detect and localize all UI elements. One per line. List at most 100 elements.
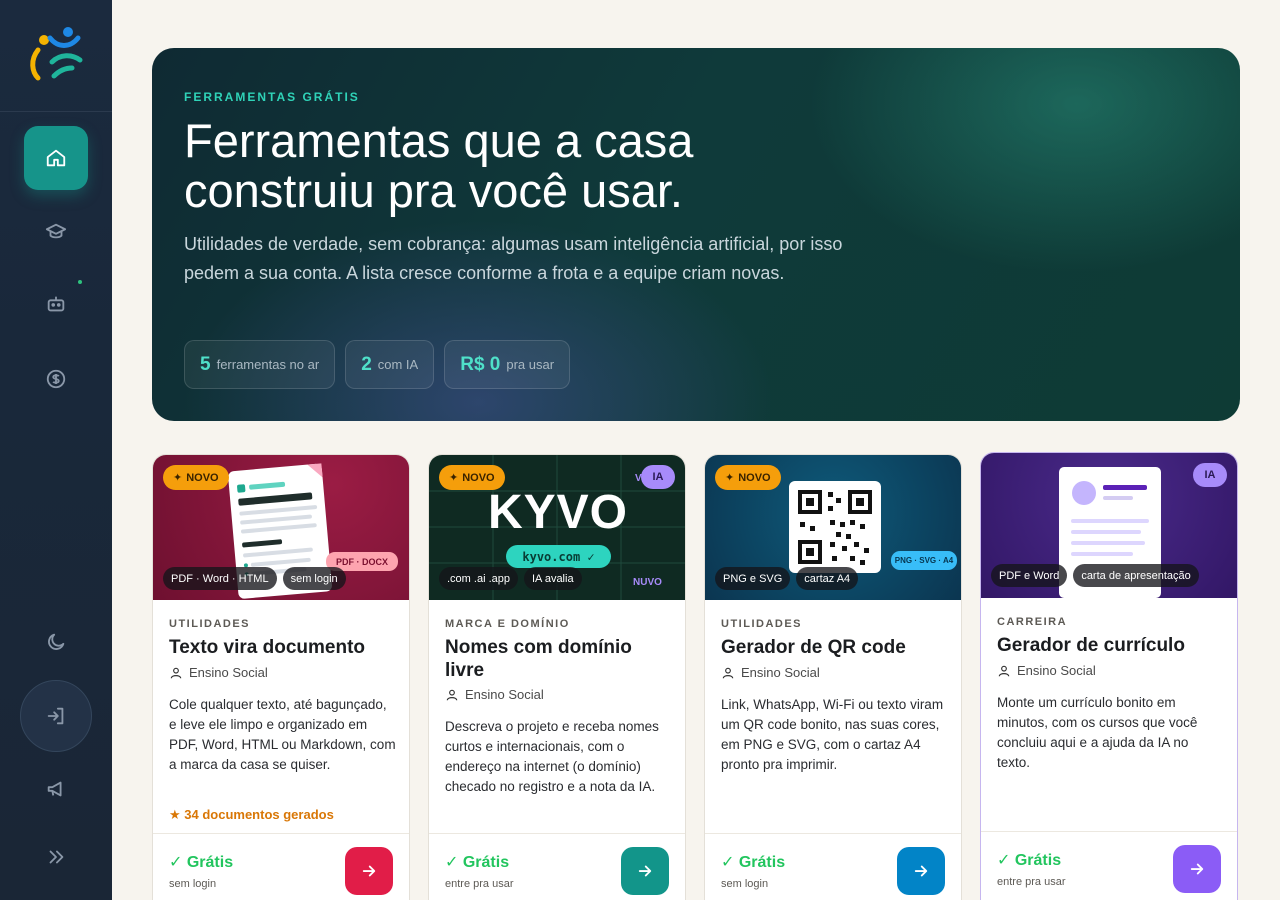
chip: PNG e SVG <box>715 567 791 590</box>
chevrons-right-icon <box>49 850 64 864</box>
card-description: Monte um currículo bonito em minutos, co… <box>997 695 1198 770</box>
chip: PDF · Word · HTML <box>163 567 277 590</box>
stat-label: pra usar <box>506 357 555 372</box>
user-icon <box>998 665 1010 676</box>
open-tool-button[interactable] <box>897 847 945 895</box>
expand-sidebar-button[interactable] <box>24 825 88 889</box>
author-name: Ensino Social <box>741 665 820 680</box>
chip: carta de apresentação <box>1073 564 1199 587</box>
stat-label: ferramentas no ar <box>216 357 320 372</box>
card-banner: PDF · DOCX ✦ NOVO PDF · Word · HTML sem … <box>153 455 409 600</box>
arrow-right-icon <box>362 865 376 877</box>
logout-icon <box>47 707 64 725</box>
tool-card-dominio[interactable]: KYVO kyvo.com ✓ V NUVO ✦ NOVO IA .com .a… <box>428 454 686 900</box>
card-category: CARREIRA <box>997 616 1068 628</box>
card-footer: ✓ Grátis sem login <box>705 833 961 900</box>
author-name: Ensino Social <box>465 687 544 702</box>
new-badge: ✦ NOVO <box>715 465 781 490</box>
card-banner: PNG · SVG · A4 ✦ NOVO PNG e SVG cartaz A… <box>705 455 961 600</box>
card-category: UTILIDADES <box>721 618 802 630</box>
nav-home[interactable] <box>24 126 88 190</box>
card-footer: ✓ Grátis entre pra usar <box>429 833 685 900</box>
access-note: sem login <box>721 878 769 890</box>
user-icon <box>170 667 182 678</box>
user-icon <box>722 667 734 678</box>
open-tool-button[interactable] <box>345 847 393 895</box>
announcements-button[interactable] <box>24 757 88 821</box>
stat-value: R$ 0 <box>460 353 501 375</box>
nav-courses[interactable] <box>24 200 88 264</box>
page-title: Ferramentas que a casa construiu pra voc… <box>184 116 824 216</box>
tool-card-curriculo[interactable]: IA PDF e Word carta de apresentação CARR… <box>980 452 1238 900</box>
card-footer: ✓ Grátis entre pra usar <box>981 831 1237 900</box>
card-chips: PDF e Word carta de apresentação <box>991 564 1199 587</box>
chip: sem login <box>282 567 346 590</box>
card-chips: PNG e SVG cartaz A4 <box>715 567 859 590</box>
author-name: Ensino Social <box>1017 663 1096 678</box>
card-title: Texto vira documento <box>169 637 366 658</box>
format-tag: PNG · SVG · A4 <box>894 556 954 565</box>
stat-value: 5 <box>200 353 211 375</box>
robot-icon <box>47 296 65 312</box>
ia-badge: IA <box>1193 463 1227 487</box>
card-author: Ensino Social <box>445 687 544 702</box>
user-icon <box>446 689 458 700</box>
hero-eyebrow: FERRAMENTAS GRÁTIS <box>184 90 360 104</box>
price-label: ✓ Grátis <box>445 854 510 871</box>
card-title: Gerador de QR code <box>721 637 906 658</box>
stats-row: 5 ferramentas no ar 2 com IA R$ 0 pra us… <box>184 340 571 389</box>
megaphone-icon <box>47 781 62 797</box>
nav-finance[interactable] <box>24 347 88 411</box>
stat-ai: 2 com IA <box>345 340 435 389</box>
moon-icon <box>48 633 65 650</box>
usage-stat: ★ 34 documentos gerados <box>169 807 334 822</box>
card-author: Ensino Social <box>169 665 268 680</box>
new-badge-label: NOVO <box>738 471 771 484</box>
price-label: ✓ Grátis <box>721 854 786 871</box>
new-badge-label: NOVO <box>186 471 219 484</box>
login-button[interactable] <box>20 680 92 752</box>
card-chips: .com .ai .app IA avalia <box>439 567 582 590</box>
stat-label: com IA <box>377 357 419 372</box>
home-icon <box>46 149 66 167</box>
domain-pill: kyvo.com ✓ <box>506 545 611 568</box>
card-description: Cole qualquer texto, até bagunçado, e le… <box>169 697 396 772</box>
open-tool-button[interactable] <box>621 847 669 895</box>
card-title: Gerador de currículo <box>997 635 1185 656</box>
tool-card-documento[interactable]: PDF · DOCX ✦ NOVO PDF · Word · HTML sem … <box>152 454 410 900</box>
title-line-1: Ferramentas que a casa <box>184 114 694 167</box>
chip: .com .ai .app <box>439 567 518 590</box>
notification-dot <box>78 280 82 284</box>
card-category: UTILIDADES <box>169 618 250 630</box>
tool-card-qrcode[interactable]: PNG · SVG · A4 ✦ NOVO PNG e SVG cartaz A… <box>704 454 962 900</box>
new-badge: ✦ NOVO <box>163 465 229 490</box>
dollar-icon <box>46 369 66 389</box>
title-line-2: construiu pra você usar. <box>184 164 683 217</box>
app-logo[interactable] <box>0 0 112 112</box>
stat-price: R$ 0 pra usar <box>444 340 571 389</box>
chip: PDF e Word <box>991 564 1068 587</box>
theme-toggle[interactable] <box>24 610 88 674</box>
stat-tools: 5 ferramentas no ar <box>184 340 336 389</box>
new-badge: ✦ NOVO <box>439 465 505 490</box>
chip: cartaz A4 <box>796 567 859 590</box>
card-description: Link, WhatsApp, Wi-Fi ou texto viram um … <box>721 697 944 772</box>
brand-wordmark: KYVO <box>487 486 629 539</box>
open-tool-button[interactable] <box>1173 845 1221 893</box>
hero-banner: FERRAMENTAS GRÁTIS Ferramentas que a cas… <box>152 48 1240 421</box>
arrow-right-icon <box>638 865 652 877</box>
card-category: MARCA E DOMÍNIO <box>445 618 570 630</box>
hero-subtitle: Utilidades de verdade, sem cobrança: alg… <box>184 234 843 283</box>
arrow-right-icon <box>914 865 928 877</box>
card-description: Descreva o projeto e receba nomes curtos… <box>445 719 659 794</box>
card-chips: PDF · Word · HTML sem login <box>163 567 346 590</box>
access-note: entre pra usar <box>445 878 514 890</box>
access-note: sem login <box>169 878 217 890</box>
card-title: Nomes com domínio livre <box>445 637 632 681</box>
card-banner: IA PDF e Word carta de apresentação <box>981 453 1237 598</box>
stat-value: 2 <box>361 353 372 375</box>
card-footer: ✓ Grátis sem login <box>153 833 409 900</box>
card-author: Ensino Social <box>721 665 820 680</box>
card-author: Ensino Social <box>997 663 1096 678</box>
access-note: entre pra usar <box>997 876 1066 888</box>
